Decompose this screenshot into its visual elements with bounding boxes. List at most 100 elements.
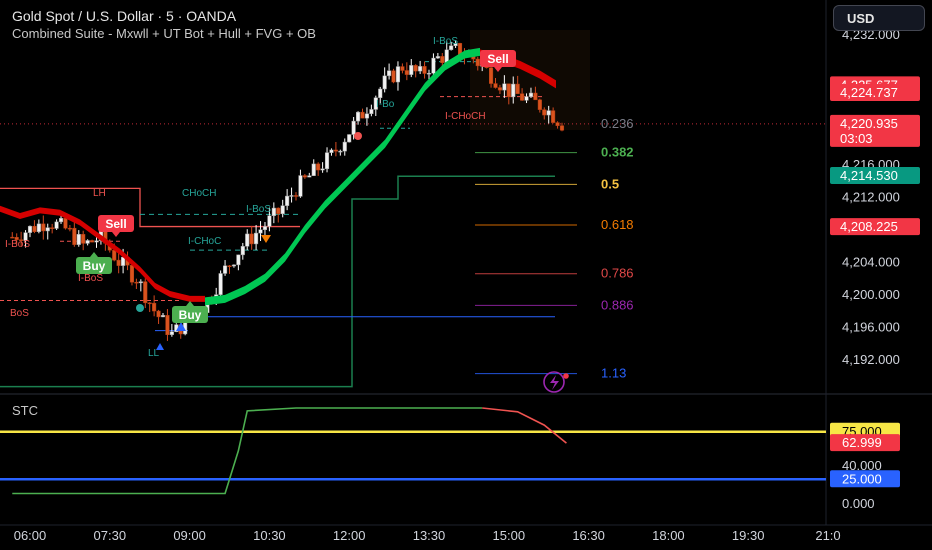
candle-body [276, 207, 281, 215]
sell-signal-label: Sell [105, 217, 126, 231]
candle-body [475, 58, 480, 67]
time-axis-label: 19:30 [732, 528, 765, 543]
candle-body [528, 92, 534, 97]
candle-body [493, 83, 498, 88]
candle-body [311, 163, 316, 176]
candle-body [143, 281, 148, 304]
candle-body [440, 56, 445, 64]
fib-level-label: 1.13 [601, 366, 626, 381]
candle-body [85, 240, 90, 244]
fib-level-label: 0.5 [601, 176, 619, 191]
candle-body [347, 134, 352, 143]
candle-body [533, 92, 538, 101]
stc-badge-label: 62.999 [842, 435, 882, 450]
candle-body [223, 265, 228, 274]
fib-level-label: 0.786 [601, 266, 634, 281]
candle-body [156, 310, 161, 318]
candle-body [236, 254, 241, 266]
time-axis-label: 15:00 [493, 528, 526, 543]
candle-body [289, 195, 294, 197]
candle-body [129, 264, 135, 283]
candle-body [240, 246, 245, 256]
candle-body [506, 83, 511, 98]
candle-body [32, 225, 37, 232]
time-axis-label: 16:30 [572, 528, 605, 543]
candle-body [27, 225, 33, 233]
candle-body [258, 229, 263, 234]
candle-body [502, 83, 507, 91]
structure-label: BoS [10, 308, 29, 319]
candle-body [369, 109, 374, 115]
notification-dot [563, 373, 569, 379]
candle-body [324, 152, 330, 170]
structure-label: I-BoS [246, 204, 271, 215]
structure-label: I-CHoCH [445, 111, 486, 122]
indicator-title[interactable]: Combined Suite - Mxwll + UT Bot + Hull +… [12, 26, 316, 41]
structure-label: CHoCH [182, 188, 216, 199]
fib-level-label: 0.618 [601, 217, 634, 232]
candle-body [400, 66, 405, 71]
candle-body [285, 195, 290, 206]
fib-level-label: 0.236 [601, 116, 634, 131]
time-axis-label: 09:00 [173, 528, 206, 543]
candle-body [160, 315, 166, 318]
candle-body [302, 175, 307, 178]
price-badge-label: 4,220.935 [840, 116, 898, 131]
structure-label: I-BoS [5, 239, 30, 250]
candle-body [551, 110, 556, 123]
candle-body [333, 149, 338, 152]
sell-signal-label: Sell [487, 52, 508, 66]
candle-body [515, 83, 520, 94]
price-axis-tick: 4,200.000 [842, 287, 900, 302]
stc-pane-label[interactable]: STC [12, 403, 38, 418]
price-axis-tick: 4,196.000 [842, 320, 900, 335]
candle-body [112, 249, 117, 261]
candle-body [262, 226, 268, 230]
time-axis-label: 07:30 [94, 528, 127, 543]
candle-body [387, 70, 392, 77]
currency-button[interactable]: USD [833, 5, 925, 31]
candle-body [422, 66, 427, 74]
candle-body [378, 88, 383, 98]
candle-body [63, 218, 68, 229]
candle-body [152, 302, 157, 312]
candle-body [227, 265, 232, 267]
candle-body [511, 83, 516, 98]
candle-body [395, 66, 401, 83]
swing-low-dot [136, 304, 144, 312]
chart-canvas[interactable]: LHI-BoSI-BoSBoSCHoCHI-BoSI-CHoCLLI-BoSI-… [0, 0, 932, 550]
price-badge-label: 4,208.225 [840, 219, 898, 234]
candle-body [555, 122, 560, 126]
candle-body [546, 110, 551, 116]
candle-body [41, 223, 46, 232]
candle-body [94, 240, 99, 243]
stc-axis-tick: 0.000 [842, 496, 875, 511]
candle-body [316, 163, 321, 171]
candle-body [249, 233, 254, 245]
structure-label: I-BoS [78, 273, 103, 284]
time-axis-label: 10:30 [253, 528, 286, 543]
symbol-title[interactable]: Gold Spot / U.S. Dollar · 5 · OANDA [12, 8, 236, 24]
candle-body [76, 234, 81, 245]
candle-body [36, 223, 41, 232]
time-axis-label: 06:00 [14, 528, 47, 543]
candle-body [280, 205, 285, 215]
time-axis-label: 13:30 [413, 528, 446, 543]
candle-body [45, 227, 50, 232]
candle-body [351, 120, 356, 135]
candle-body [267, 215, 272, 227]
candle-body [245, 233, 250, 247]
candle-body [298, 175, 303, 197]
candle-body [67, 227, 72, 230]
candle-body [391, 70, 396, 83]
candle-body [169, 331, 174, 335]
candle-body [338, 150, 343, 153]
price-axis-tick: 4,192.000 [842, 352, 900, 367]
price-axis-tick: 4,212.000 [842, 190, 900, 205]
price-badge-label: 4,224.737 [840, 85, 898, 100]
structure-label: LH [93, 188, 106, 199]
candle-body [489, 67, 494, 84]
stc-badge-label: 25.000 [842, 471, 882, 486]
fvg-zone [470, 30, 590, 130]
candle-body [342, 141, 347, 152]
